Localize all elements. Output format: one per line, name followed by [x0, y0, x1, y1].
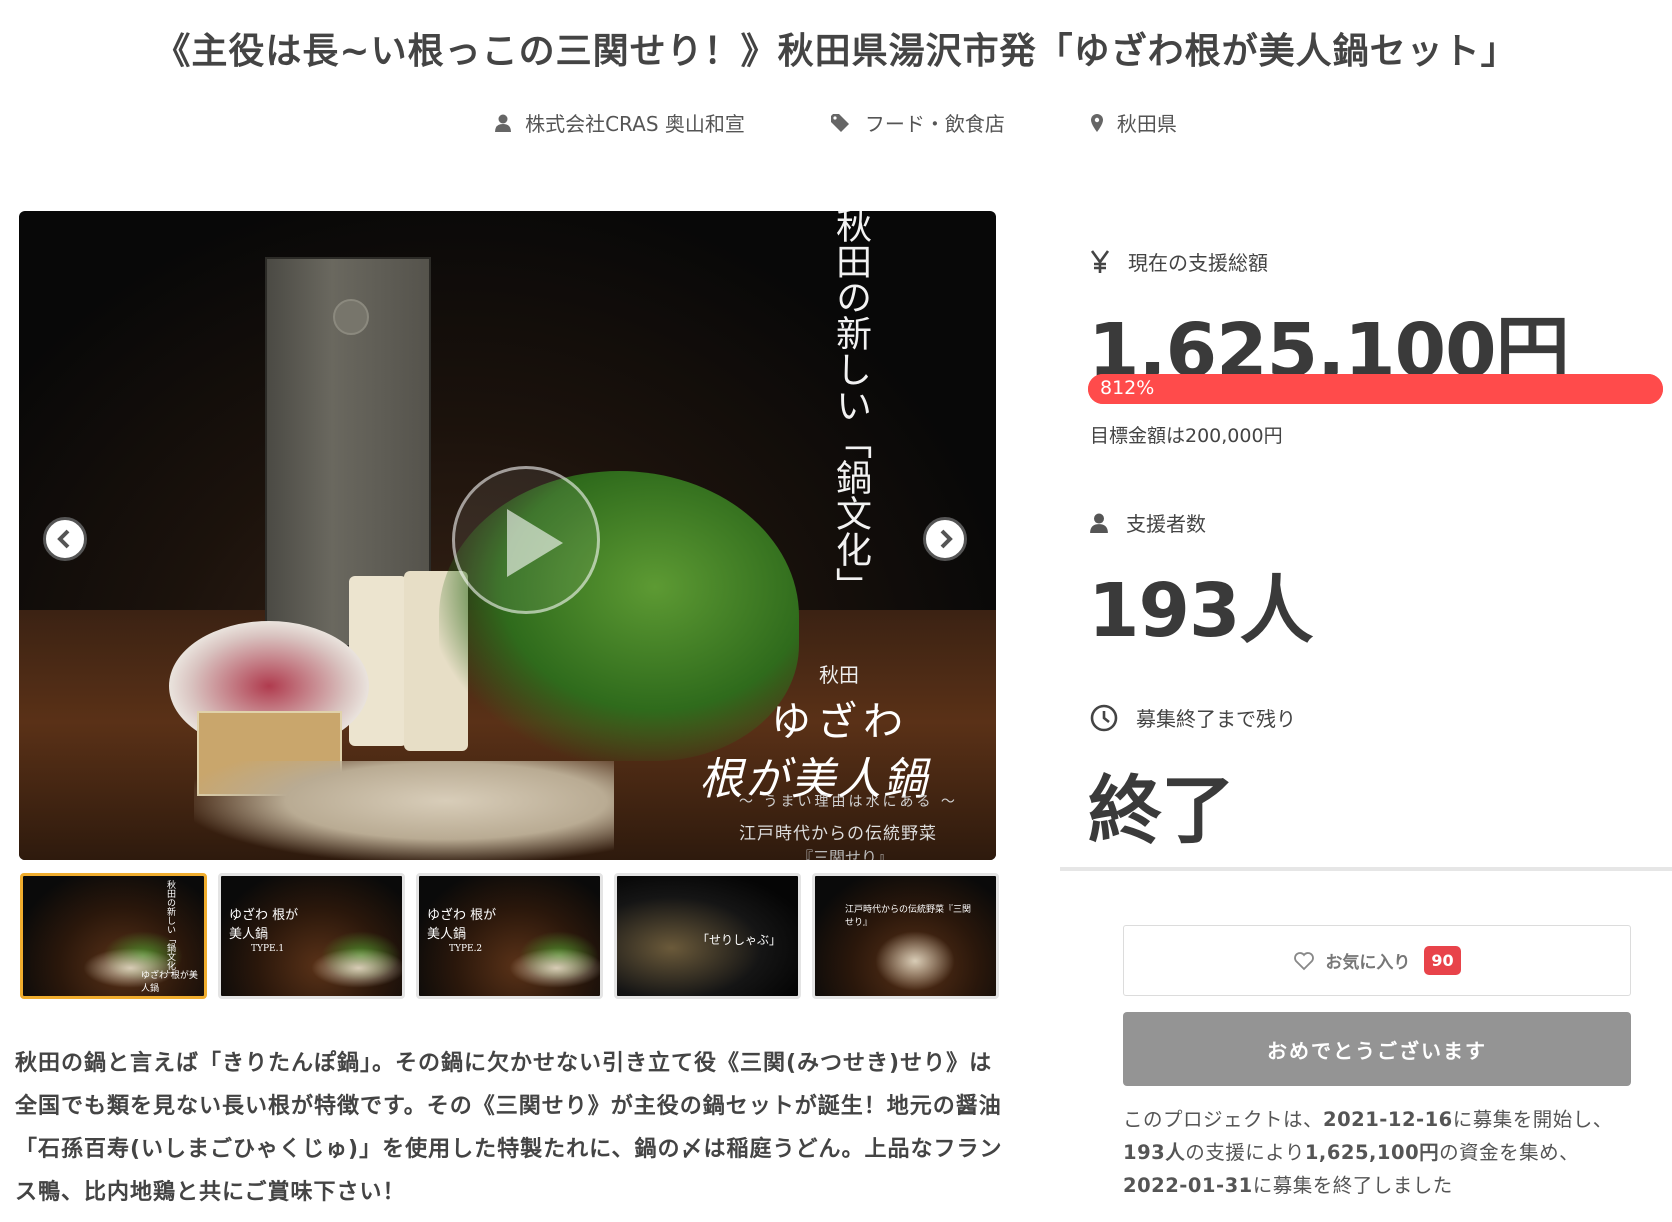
- hero-vertical-text: 秋田の新しい「鍋文化」: [830, 211, 871, 603]
- thumbnail-sub: TYPE.2: [449, 944, 483, 954]
- hero-logo-kana: ゆざわ: [771, 699, 909, 745]
- thumbnail-2[interactable]: ゆざわ 根が美人鍋 TYPE.1: [218, 873, 405, 999]
- yen-icon: [1090, 249, 1110, 273]
- heart-icon: [1294, 951, 1315, 970]
- thumbnail-3[interactable]: ゆざわ 根が美人鍋 TYPE.2: [416, 873, 603, 999]
- summary-text: の資金を集め、: [1439, 1141, 1580, 1164]
- remaining-label: 募集終了まで残り: [1136, 707, 1296, 731]
- thumbnail-sub: ゆざわ 根が美人鍋: [141, 971, 198, 994]
- thumbnail-strip: 秋田の新しい「鍋文化」 ゆざわ 根が美人鍋 ゆざわ 根が美人鍋 TYPE.1 ゆ…: [20, 873, 999, 999]
- thumbnail-caption: 江戸時代からの伝統野菜『三関せり』: [845, 905, 972, 928]
- remaining-value: 終了: [1088, 768, 1235, 854]
- user-icon: [1090, 513, 1108, 533]
- favorite-count-badge: 90: [1424, 946, 1461, 975]
- next-slide-button[interactable]: [923, 517, 967, 561]
- play-icon[interactable]: [452, 466, 600, 614]
- chevron-right-icon: [940, 529, 953, 549]
- location-name: 秋田県: [1116, 112, 1177, 136]
- hero-caption-2: 『三関せり』: [797, 848, 894, 860]
- supporters-value: 193人: [1088, 568, 1313, 654]
- thumbnail-caption: ゆざわ 根が美人鍋: [427, 908, 497, 942]
- project-title: 《主役は長~い根っこの三関せり！》秋田県湯沢市発「ゆざわ根が美人鍋セット」: [154, 31, 1518, 72]
- project-summary: このプロジェクトは、2021-12-16に募集を開始し、 193人の支援により1,…: [1123, 1103, 1635, 1202]
- supporters-label-row: 支援者数: [1090, 508, 1206, 537]
- prev-slide-button[interactable]: [43, 517, 87, 561]
- owner-name: 株式会社CRAS 奥山和宣: [525, 112, 745, 136]
- hero-logo-sub: ～ うまい理由は水にある ～: [739, 794, 958, 810]
- thumbnail-sub: TYPE.1: [251, 944, 285, 954]
- progress-percent: 812%: [1100, 377, 1155, 399]
- progress-bar: 812%: [1088, 374, 1663, 404]
- thumbnail-caption: ゆざわ 根が美人鍋: [229, 908, 299, 942]
- project-meta: 株式会社CRAS 奥山和宣 フード・飲食店 秋田県: [0, 108, 1672, 137]
- thumbnail-4[interactable]: 「せりしゃぶ」: [614, 873, 801, 999]
- tag-icon: [830, 113, 849, 132]
- clock-icon: [1090, 704, 1118, 731]
- supporters-label: 支援者数: [1126, 512, 1206, 536]
- goal-amount: 目標金額は200,000円: [1090, 425, 1283, 447]
- summary-text: に募集を終了しました: [1252, 1174, 1453, 1197]
- owner-link[interactable]: 株式会社CRAS 奥山和宣: [495, 108, 745, 137]
- favorite-button[interactable]: お気に入り 90: [1123, 925, 1631, 996]
- thumbnail-caption: 秋田の新しい「鍋文化」: [165, 880, 175, 979]
- summary-supporters: 193人: [1123, 1141, 1186, 1164]
- summary-end-date: 2022-01-31: [1123, 1174, 1253, 1197]
- remaining-label-row: 募集終了まで残り: [1090, 703, 1296, 732]
- chevron-left-icon: [57, 529, 70, 549]
- category-link[interactable]: フード・飲食店: [830, 108, 1005, 137]
- location-link[interactable]: 秋田県: [1090, 108, 1177, 137]
- project-description: 秋田の鍋と言えば「きりたんぽ鍋」。その鍋に欠かせない引き立て役《三関(みつせき)…: [15, 1051, 1003, 1205]
- congrats-button[interactable]: おめでとうございます: [1123, 1012, 1631, 1086]
- summary-text: に募集を開始し、: [1452, 1108, 1613, 1131]
- thumbnail-5[interactable]: 江戸時代からの伝統野菜『三関せり』: [812, 873, 999, 999]
- main-media-viewer[interactable]: 秋田の新しい「鍋文化」 秋田 ゆざわ 根が美人鍋 ～ うまい理由は水にある ～ …: [19, 211, 996, 860]
- summary-text: このプロジェクトは、: [1123, 1108, 1324, 1131]
- favorite-label: お気に入り: [1325, 953, 1411, 973]
- progress-fill: [1088, 374, 1663, 404]
- summary-start-date: 2021-12-16: [1323, 1108, 1453, 1131]
- category-name: フード・飲食店: [864, 112, 1005, 136]
- amount-label: 現在の支援総額: [1128, 251, 1268, 275]
- user-icon: [495, 114, 512, 132]
- hero-logo-small: 秋田: [819, 663, 859, 687]
- thumbnail-1[interactable]: 秋田の新しい「鍋文化」 ゆざわ 根が美人鍋: [20, 873, 207, 999]
- hero-caption-1: 江戸時代からの伝統野菜: [739, 824, 937, 844]
- funding-panel: 現在の支援総額 1,625,100円 812% 目標金額は200,000円 支援…: [1060, 211, 1672, 871]
- location-pin-icon: [1090, 113, 1103, 132]
- amount-label-row: 現在の支援総額: [1090, 247, 1268, 276]
- summary-text: の支援により: [1185, 1141, 1305, 1164]
- summary-amount: 1,625,100円: [1304, 1141, 1440, 1164]
- seri-roots-image: [194, 761, 614, 860]
- thumbnail-caption: 「せりしゃぶ」: [697, 933, 782, 947]
